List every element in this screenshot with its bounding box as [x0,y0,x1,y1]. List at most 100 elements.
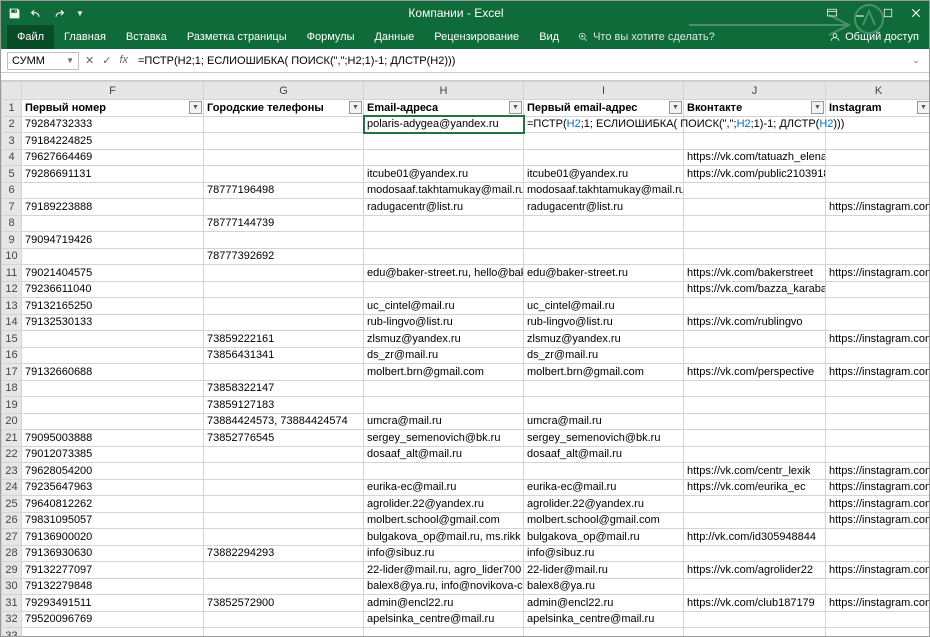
row-header[interactable]: 25 [2,496,22,513]
field-header-G[interactable]: Городские телефоны▼ [204,100,364,117]
cell[interactable]: https://vk.com/public210391825 [684,166,826,183]
cancel-formula-icon[interactable]: ✕ [85,54,94,67]
maximize-icon[interactable] [881,6,895,20]
row-header[interactable]: 2 [2,116,22,133]
cell[interactable] [826,380,930,397]
cell[interactable]: 78777196498 [204,182,364,199]
cell[interactable]: bulgakova_op@mail.ru, ms.rikk [364,529,524,546]
cell[interactable] [684,611,826,628]
cell[interactable]: 79628054200 [22,463,204,480]
col-header-J[interactable]: J [684,82,826,100]
filter-button-icon[interactable]: ▼ [509,101,522,114]
cell[interactable] [826,133,930,150]
filter-button-icon[interactable]: ▼ [189,101,202,114]
cell[interactable] [684,496,826,513]
share-button[interactable]: Общий доступ [819,25,929,49]
cell[interactable] [826,248,930,265]
cell[interactable]: 79132660688 [22,364,204,381]
cell[interactable]: modosaaf.takhtamukay@mail.ru [364,182,524,199]
cell[interactable]: https://instagram.com [826,496,930,513]
cell[interactable] [684,628,826,637]
formula-input[interactable] [134,52,903,70]
cell[interactable]: https://vk.com/club187179 [684,595,826,612]
cell[interactable]: molbert.school@gmail.com [364,512,524,529]
cell[interactable] [204,298,364,315]
cell[interactable] [826,529,930,546]
cell[interactable] [204,364,364,381]
field-header-I[interactable]: Первый email-адрес▼ [524,100,684,117]
cell[interactable]: agrolider.22@yandex.ru [524,496,684,513]
row-header[interactable]: 23 [2,463,22,480]
row-header[interactable]: 22 [2,446,22,463]
cell[interactable]: 73882294293 [204,545,364,562]
grid[interactable]: F G H I J K 1Первый номер▼Городские теле… [1,81,929,636]
cell[interactable]: sergey_semenovich@bk.ru [364,430,524,447]
cell[interactable] [204,578,364,595]
cell[interactable]: 79520096769 [22,611,204,628]
cell[interactable] [22,331,204,348]
cell[interactable]: 22-lider@mail.ru [524,562,684,579]
cell[interactable] [364,397,524,414]
row-header[interactable]: 11 [2,265,22,282]
cell[interactable] [684,578,826,595]
cell[interactable] [684,248,826,265]
filter-button-icon[interactable]: ▼ [349,101,362,114]
cell[interactable] [204,628,364,637]
cell[interactable] [826,413,930,430]
cell[interactable]: 79627664469 [22,149,204,166]
cell[interactable]: 78777392692 [204,248,364,265]
cell[interactable]: umcra@mail.ru [524,413,684,430]
cell[interactable]: dosaaf_alt@mail.ru [364,446,524,463]
cell[interactable]: 79132277097 [22,562,204,579]
tab-review[interactable]: Рецензирование [424,25,529,49]
cell[interactable] [524,628,684,637]
cell[interactable]: polaris-adygea@yandex.ru [364,116,524,133]
tab-file[interactable]: Файл [7,25,54,49]
cell[interactable] [524,397,684,414]
cell[interactable] [22,413,204,430]
cell[interactable] [684,380,826,397]
row-header[interactable]: 21 [2,430,22,447]
cell[interactable]: https://instagram.com [826,479,930,496]
cell[interactable] [364,133,524,150]
cell[interactable] [204,133,364,150]
cell[interactable]: =ПСТР(H2;1; ЕСЛИОШИБКА( ПОИСК(",";H2;1)-… [524,116,684,133]
row-header[interactable]: 5 [2,166,22,183]
cell[interactable]: uc_cintel@mail.ru [364,298,524,315]
row-header[interactable]: 24 [2,479,22,496]
cell[interactable] [364,281,524,298]
cell[interactable]: umcra@mail.ru [364,413,524,430]
cell[interactable]: info@sibuz.ru [364,545,524,562]
cell[interactable]: eurika-ec@mail.ru [364,479,524,496]
cell[interactable] [22,182,204,199]
cell[interactable]: 79189223888 [22,199,204,216]
cell[interactable] [684,347,826,364]
cell[interactable]: ds_zr@mail.ru [364,347,524,364]
cell[interactable]: ds_zr@mail.ru [524,347,684,364]
cell[interactable]: https://instagram.com [826,265,930,282]
cell[interactable]: modosaaf.takhtamukay@mail.ru [524,182,684,199]
name-box[interactable]: СУММ ▼ [7,52,79,70]
row-header[interactable]: 3 [2,133,22,150]
fx-icon[interactable]: fx [119,54,128,67]
cell[interactable]: info@sibuz.ru [524,545,684,562]
redo-icon[interactable] [51,6,65,20]
cell[interactable]: bulgakova_op@mail.ru [524,529,684,546]
cell[interactable]: 79132165250 [22,298,204,315]
cell[interactable] [684,545,826,562]
cell[interactable]: balex8@ya.ru, info@novikova-c [364,578,524,595]
cell[interactable]: https://vk.com/bazza_karabassa [684,281,826,298]
cell[interactable] [524,463,684,480]
cell[interactable]: https://instagram.com [826,331,930,348]
cell[interactable]: radugacentr@list.ru [524,199,684,216]
cell[interactable]: 73858322147 [204,380,364,397]
cell[interactable] [524,149,684,166]
cell[interactable] [524,232,684,249]
row-header[interactable]: 8 [2,215,22,232]
cell[interactable] [826,232,930,249]
cell[interactable]: https://instagram.com [826,512,930,529]
row-header[interactable]: 6 [2,182,22,199]
cell[interactable] [826,446,930,463]
cell[interactable] [524,215,684,232]
row-header[interactable]: 4 [2,149,22,166]
